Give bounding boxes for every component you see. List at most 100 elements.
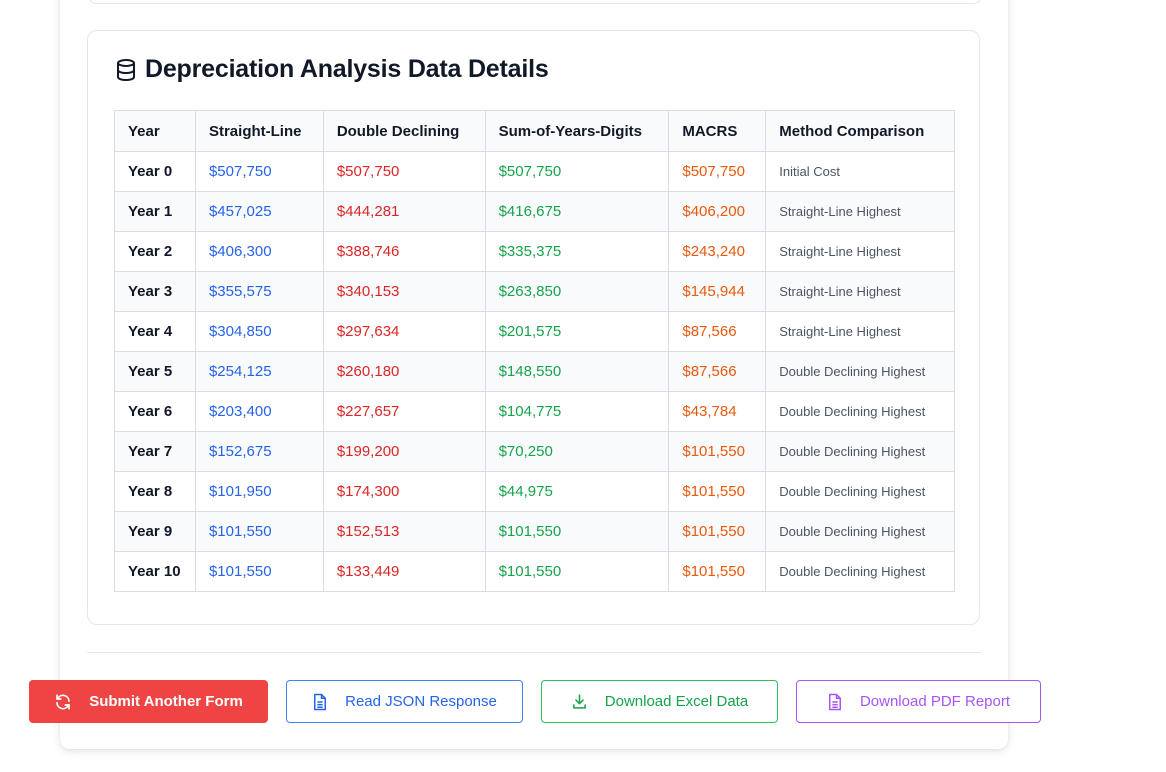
table-row: Year 9 $101,550 $152,513 $101,550 $101,5… — [114, 511, 955, 552]
straight-line-cell: $355,575 — [194, 271, 324, 312]
table-row: Year 10 $101,550 $133,449 $101,550 $101,… — [114, 551, 955, 592]
pdf-button-label: Download PDF Report — [859, 693, 1011, 710]
sum-of-years-cell: $416,675 — [484, 191, 670, 232]
comparison-cell: Double Declining Highest — [765, 351, 955, 392]
column-header: Year — [114, 110, 196, 152]
table-row: Year 3 $355,575 $340,153 $263,850 $145,9… — [114, 271, 955, 312]
depreciation-table: Year Straight-Line Double Declining Sum-… — [114, 110, 955, 592]
column-header: Straight-Line — [194, 110, 324, 152]
table-row: Year 2 $406,300 $388,746 $335,375 $243,2… — [114, 231, 955, 272]
macrs-cell: $87,566 — [668, 311, 767, 352]
straight-line-cell: $203,400 — [194, 391, 324, 432]
double-declining-cell: $388,746 — [322, 231, 486, 272]
macrs-cell: $43,784 — [668, 391, 767, 432]
year-cell: Year 7 — [114, 431, 196, 472]
table-row: Year 0 $507,750 $507,750 $507,750 $507,7… — [114, 151, 955, 192]
year-cell: Year 9 — [114, 511, 196, 552]
comparison-cell: Double Declining Highest — [765, 471, 955, 512]
sum-of-years-cell: $201,575 — [484, 311, 670, 352]
section-divider — [87, 652, 981, 653]
double-declining-cell: $199,200 — [322, 431, 486, 472]
sum-of-years-cell: $335,375 — [484, 231, 670, 272]
comparison-cell: Straight-Line Highest — [765, 191, 955, 232]
depreciation-data-card: Depreciation Analysis Data Details Year … — [87, 30, 980, 625]
sum-of-years-cell: $101,550 — [484, 551, 670, 592]
macrs-cell: $101,550 — [668, 431, 767, 472]
macrs-cell: $406,200 — [668, 191, 767, 232]
straight-line-cell: $457,025 — [194, 191, 324, 232]
year-cell: Year 0 — [114, 151, 196, 192]
comparison-cell: Double Declining Highest — [765, 391, 955, 432]
column-header: MACRS — [668, 110, 767, 152]
column-header: Double Declining — [322, 110, 486, 152]
double-declining-cell: $507,750 — [322, 151, 486, 192]
comparison-cell: Double Declining Highest — [765, 431, 955, 472]
submit-another-form-button[interactable]: Submit Another Form — [29, 680, 268, 723]
table-row: Year 5 $254,125 $260,180 $148,550 $87,56… — [114, 351, 955, 392]
section-title: Depreciation Analysis Data Details — [115, 55, 549, 84]
previous-section-card — [87, 0, 983, 4]
macrs-cell: $101,550 — [668, 471, 767, 512]
macrs-cell: $101,550 — [668, 551, 767, 592]
sum-of-years-cell: $507,750 — [484, 151, 670, 192]
double-declining-cell: $340,153 — [322, 271, 486, 312]
sum-of-years-cell: $104,775 — [484, 391, 670, 432]
file-icon — [827, 693, 843, 711]
comparison-cell: Straight-Line Highest — [765, 231, 955, 272]
macrs-cell: $101,550 — [668, 511, 767, 552]
straight-line-cell: $101,550 — [194, 511, 324, 552]
table-row: Year 8 $101,950 $174,300 $44,975 $101,55… — [114, 471, 955, 512]
year-cell: Year 10 — [114, 551, 196, 592]
table-row: Year 7 $152,675 $199,200 $70,250 $101,55… — [114, 431, 955, 472]
macrs-cell: $87,566 — [668, 351, 767, 392]
year-cell: Year 5 — [114, 351, 196, 392]
year-cell: Year 2 — [114, 231, 196, 272]
double-declining-cell: $444,281 — [322, 191, 486, 232]
sum-of-years-cell: $101,550 — [484, 511, 670, 552]
table-row: Year 4 $304,850 $297,634 $201,575 $87,56… — [114, 311, 955, 352]
sum-of-years-cell: $44,975 — [484, 471, 670, 512]
double-declining-cell: $260,180 — [322, 351, 486, 392]
submit-button-label: Submit Another Form — [89, 693, 243, 710]
table-header-row: Year Straight-Line Double Declining Sum-… — [114, 110, 955, 152]
sum-of-years-cell: $148,550 — [484, 351, 670, 392]
straight-line-cell: $406,300 — [194, 231, 324, 272]
double-declining-cell: $227,657 — [322, 391, 486, 432]
double-declining-cell: $152,513 — [322, 511, 486, 552]
straight-line-cell: $152,675 — [194, 431, 324, 472]
double-declining-cell: $297,634 — [322, 311, 486, 352]
double-declining-cell: $174,300 — [322, 471, 486, 512]
year-cell: Year 6 — [114, 391, 196, 432]
year-cell: Year 3 — [114, 271, 196, 312]
column-header: Method Comparison — [765, 110, 955, 152]
excel-button-label: Download Excel Data — [604, 693, 749, 710]
year-cell: Year 8 — [114, 471, 196, 512]
comparison-cell: Double Declining Highest — [765, 551, 955, 592]
straight-line-cell: $101,950 — [194, 471, 324, 512]
year-cell: Year 4 — [114, 311, 196, 352]
comparison-cell: Initial Cost — [765, 151, 955, 192]
download-icon — [571, 693, 588, 710]
json-button-label: Read JSON Response — [345, 693, 497, 710]
comparison-cell: Straight-Line Highest — [765, 311, 955, 352]
table-row: Year 6 $203,400 $227,657 $104,775 $43,78… — [114, 391, 955, 432]
macrs-cell: $145,944 — [668, 271, 767, 312]
table-row: Year 1 $457,025 $444,281 $416,675 $406,2… — [114, 191, 955, 232]
read-json-response-button[interactable]: Read JSON Response — [286, 680, 523, 723]
comparison-cell: Straight-Line Highest — [765, 271, 955, 312]
file-icon — [312, 693, 328, 711]
straight-line-cell: $254,125 — [194, 351, 324, 392]
macrs-cell: $243,240 — [668, 231, 767, 272]
straight-line-cell: $101,550 — [194, 551, 324, 592]
download-excel-button[interactable]: Download Excel Data — [541, 680, 778, 723]
comparison-cell: Double Declining Highest — [765, 511, 955, 552]
sum-of-years-cell: $263,850 — [484, 271, 670, 312]
double-declining-cell: $133,449 — [322, 551, 486, 592]
straight-line-cell: $507,750 — [194, 151, 324, 192]
sum-of-years-cell: $70,250 — [484, 431, 670, 472]
download-pdf-button[interactable]: Download PDF Report — [796, 680, 1041, 723]
column-header: Sum-of-Years-Digits — [484, 110, 670, 152]
straight-line-cell: $304,850 — [194, 311, 324, 352]
section-title-text: Depreciation Analysis Data Details — [145, 55, 549, 83]
macrs-cell: $507,750 — [668, 151, 767, 192]
